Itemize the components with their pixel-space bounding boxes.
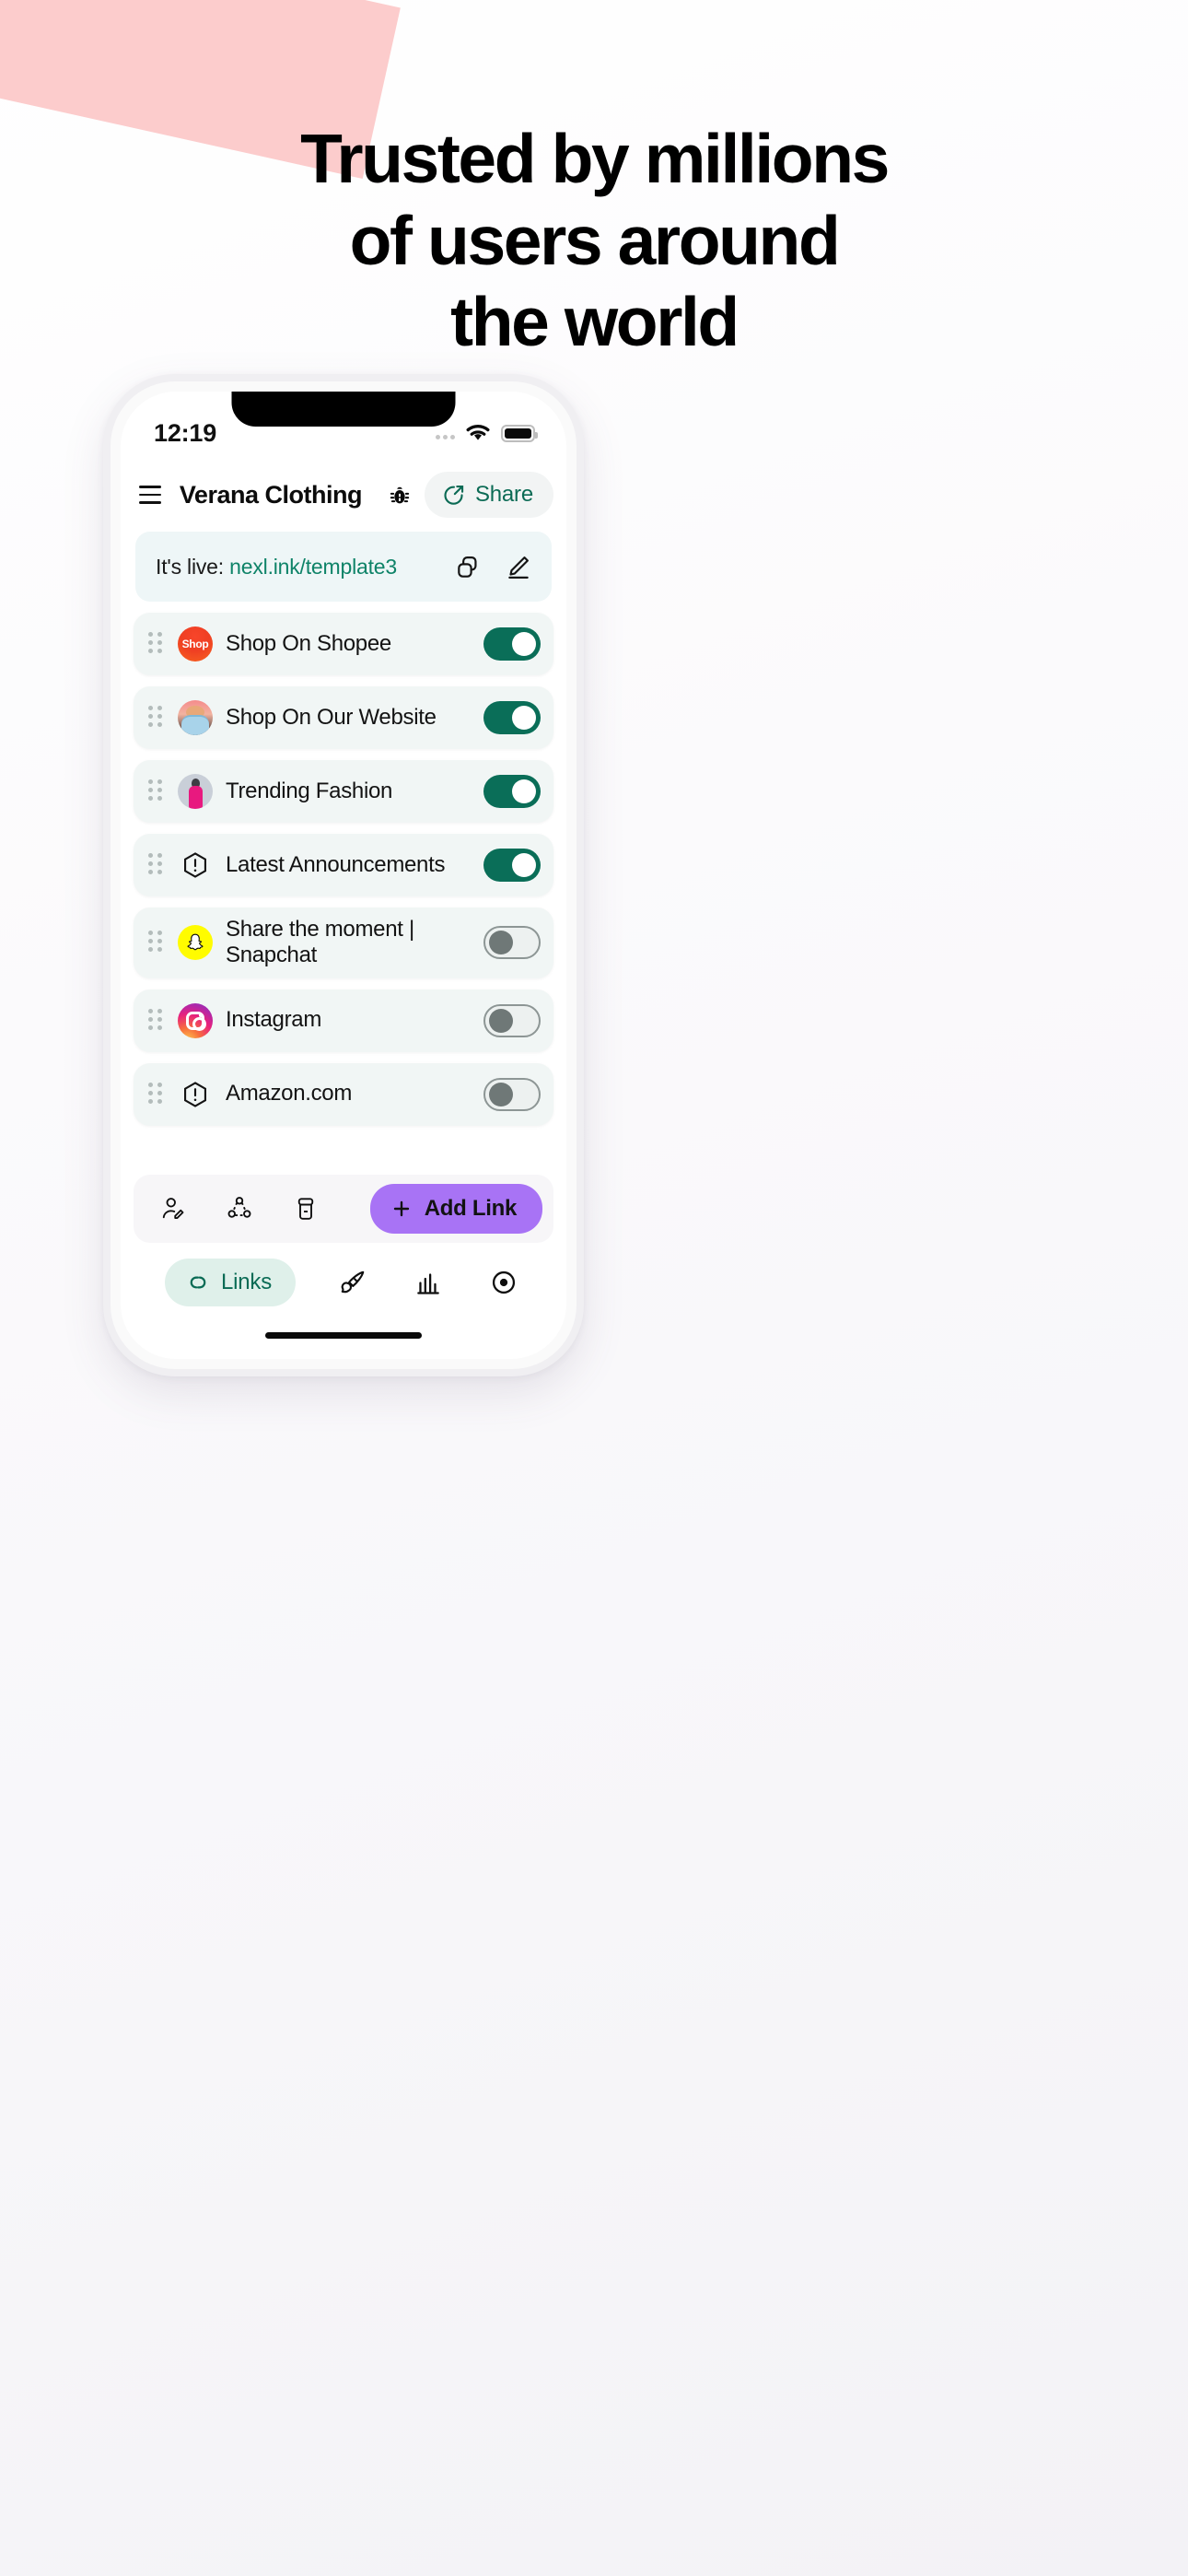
link-row-label: Latest Announcements <box>226 851 446 877</box>
table-row[interactable]: Latest Announcements <box>134 834 553 896</box>
link-toggle[interactable] <box>483 1077 541 1111</box>
add-link-label: Add Link <box>424 1196 518 1221</box>
drag-handle-icon[interactable] <box>148 931 165 954</box>
paintbrush-icon <box>341 1270 365 1294</box>
social-network-icon[interactable] <box>224 1193 255 1224</box>
page-headline: Trusted by millions of users around the … <box>0 118 1188 363</box>
website-thumbnail-icon <box>178 700 213 735</box>
table-row[interactable]: Shop On Our Website <box>134 686 553 749</box>
headline-line-1: Trusted by millions <box>300 120 890 197</box>
shopee-logo-icon: Shop <box>178 626 213 662</box>
status-bar-indicators <box>436 412 538 443</box>
status-bar-time: 12:19 <box>154 418 217 447</box>
bottom-nav: Links <box>121 1254 566 1311</box>
tab-analytics[interactable] <box>410 1264 447 1301</box>
drag-handle-icon[interactable] <box>148 853 165 877</box>
app-header: Verana Clothing Share <box>121 463 566 526</box>
link-row-label: Share the moment | Snapchat <box>226 917 471 969</box>
links-chain-icon <box>190 1276 206 1289</box>
table-row[interactable]: Amazon.com <box>134 1062 553 1126</box>
link-row-label: Shop On Shopee <box>226 630 391 656</box>
home-indicator <box>265 1332 422 1339</box>
status-bar: 12:19 <box>121 392 566 463</box>
hamburger-menu-icon[interactable] <box>139 486 161 504</box>
alert-hexagon-icon <box>178 1077 213 1112</box>
tab-preview[interactable] <box>485 1264 522 1301</box>
instagram-logo-icon <box>178 1002 213 1038</box>
link-row-label: Trending Fashion <box>226 778 393 803</box>
link-row-label: Instagram <box>226 1007 322 1033</box>
live-prefix: It's live: <box>156 554 224 579</box>
drag-handle-icon[interactable] <box>148 1008 165 1033</box>
phone-bezel: 12:19 Verana Clothing Share It's live: n… <box>111 381 577 1369</box>
live-url-link[interactable]: nexl.ink/template3 <box>229 555 397 579</box>
link-toggle[interactable] <box>483 627 541 661</box>
bar-chart-icon <box>417 1273 439 1294</box>
pencil-edit-icon[interactable] <box>505 554 531 580</box>
signal-dots-icon <box>436 427 455 439</box>
fashion-thumbnail-icon <box>178 774 213 809</box>
plus-icon <box>393 1200 409 1217</box>
eye-target-icon <box>492 1270 516 1294</box>
link-toggle[interactable] <box>483 926 541 960</box>
shopee-logo-text: Shop <box>181 638 209 650</box>
bug-icon[interactable] <box>388 481 412 509</box>
tab-links-label: Links <box>220 1270 273 1294</box>
phone-screen: 12:19 Verana Clothing Share It's live: n… <box>121 392 566 1359</box>
drag-handle-icon[interactable] <box>148 1082 165 1107</box>
link-row-label: Amazon.com <box>226 1081 353 1107</box>
headline-line-2: of users around <box>349 201 841 279</box>
link-row-label: Shop On Our Website <box>226 704 437 730</box>
table-row[interactable]: Trending Fashion <box>134 760 553 823</box>
battery-full-icon <box>501 424 538 442</box>
wifi-icon <box>466 425 490 440</box>
share-arrow-icon <box>444 485 464 505</box>
bottom-toolbar: Add Link <box>134 1175 553 1243</box>
table-row[interactable]: Share the moment | Snapchat <box>134 907 553 978</box>
archive-box-icon[interactable] <box>290 1193 321 1224</box>
link-toggle[interactable] <box>483 1003 541 1037</box>
tab-links[interactable]: Links <box>164 1259 297 1306</box>
live-banner-actions <box>454 554 531 580</box>
live-url-banner: It's live: nexl.ink/template3 <box>135 532 552 602</box>
snapchat-logo-icon <box>178 925 213 961</box>
share-button-label: Share <box>474 482 533 507</box>
link-toggle[interactable] <box>483 701 541 734</box>
drag-handle-icon[interactable] <box>148 779 165 803</box>
live-url-text: It's live: nexl.ink/template3 <box>156 555 397 580</box>
tab-design[interactable] <box>334 1264 371 1301</box>
link-row-label-line1: Share the moment | <box>226 917 414 942</box>
table-row[interactable]: Instagram <box>134 989 553 1052</box>
phone-mockup: 12:19 Verana Clothing Share It's live: n… <box>103 374 584 1376</box>
add-link-button[interactable]: Add Link <box>369 1184 542 1234</box>
drag-handle-icon[interactable] <box>148 632 165 656</box>
link-toggle[interactable] <box>483 849 541 882</box>
table-row[interactable]: Shop Shop On Shopee <box>134 613 553 675</box>
links-list: Shop Shop On Shopee Shop On Our Website … <box>134 613 553 1126</box>
headline-line-3: the world <box>450 283 740 360</box>
alert-hexagon-icon <box>178 848 213 883</box>
link-row-label-line2: Snapchat <box>226 943 318 968</box>
share-button[interactable]: Share <box>424 472 553 518</box>
user-edit-icon[interactable] <box>157 1193 189 1224</box>
drag-handle-icon[interactable] <box>148 706 165 730</box>
link-toggle[interactable] <box>483 775 541 808</box>
copy-icon[interactable] <box>454 554 481 580</box>
app-title: Verana Clothing <box>179 480 363 509</box>
